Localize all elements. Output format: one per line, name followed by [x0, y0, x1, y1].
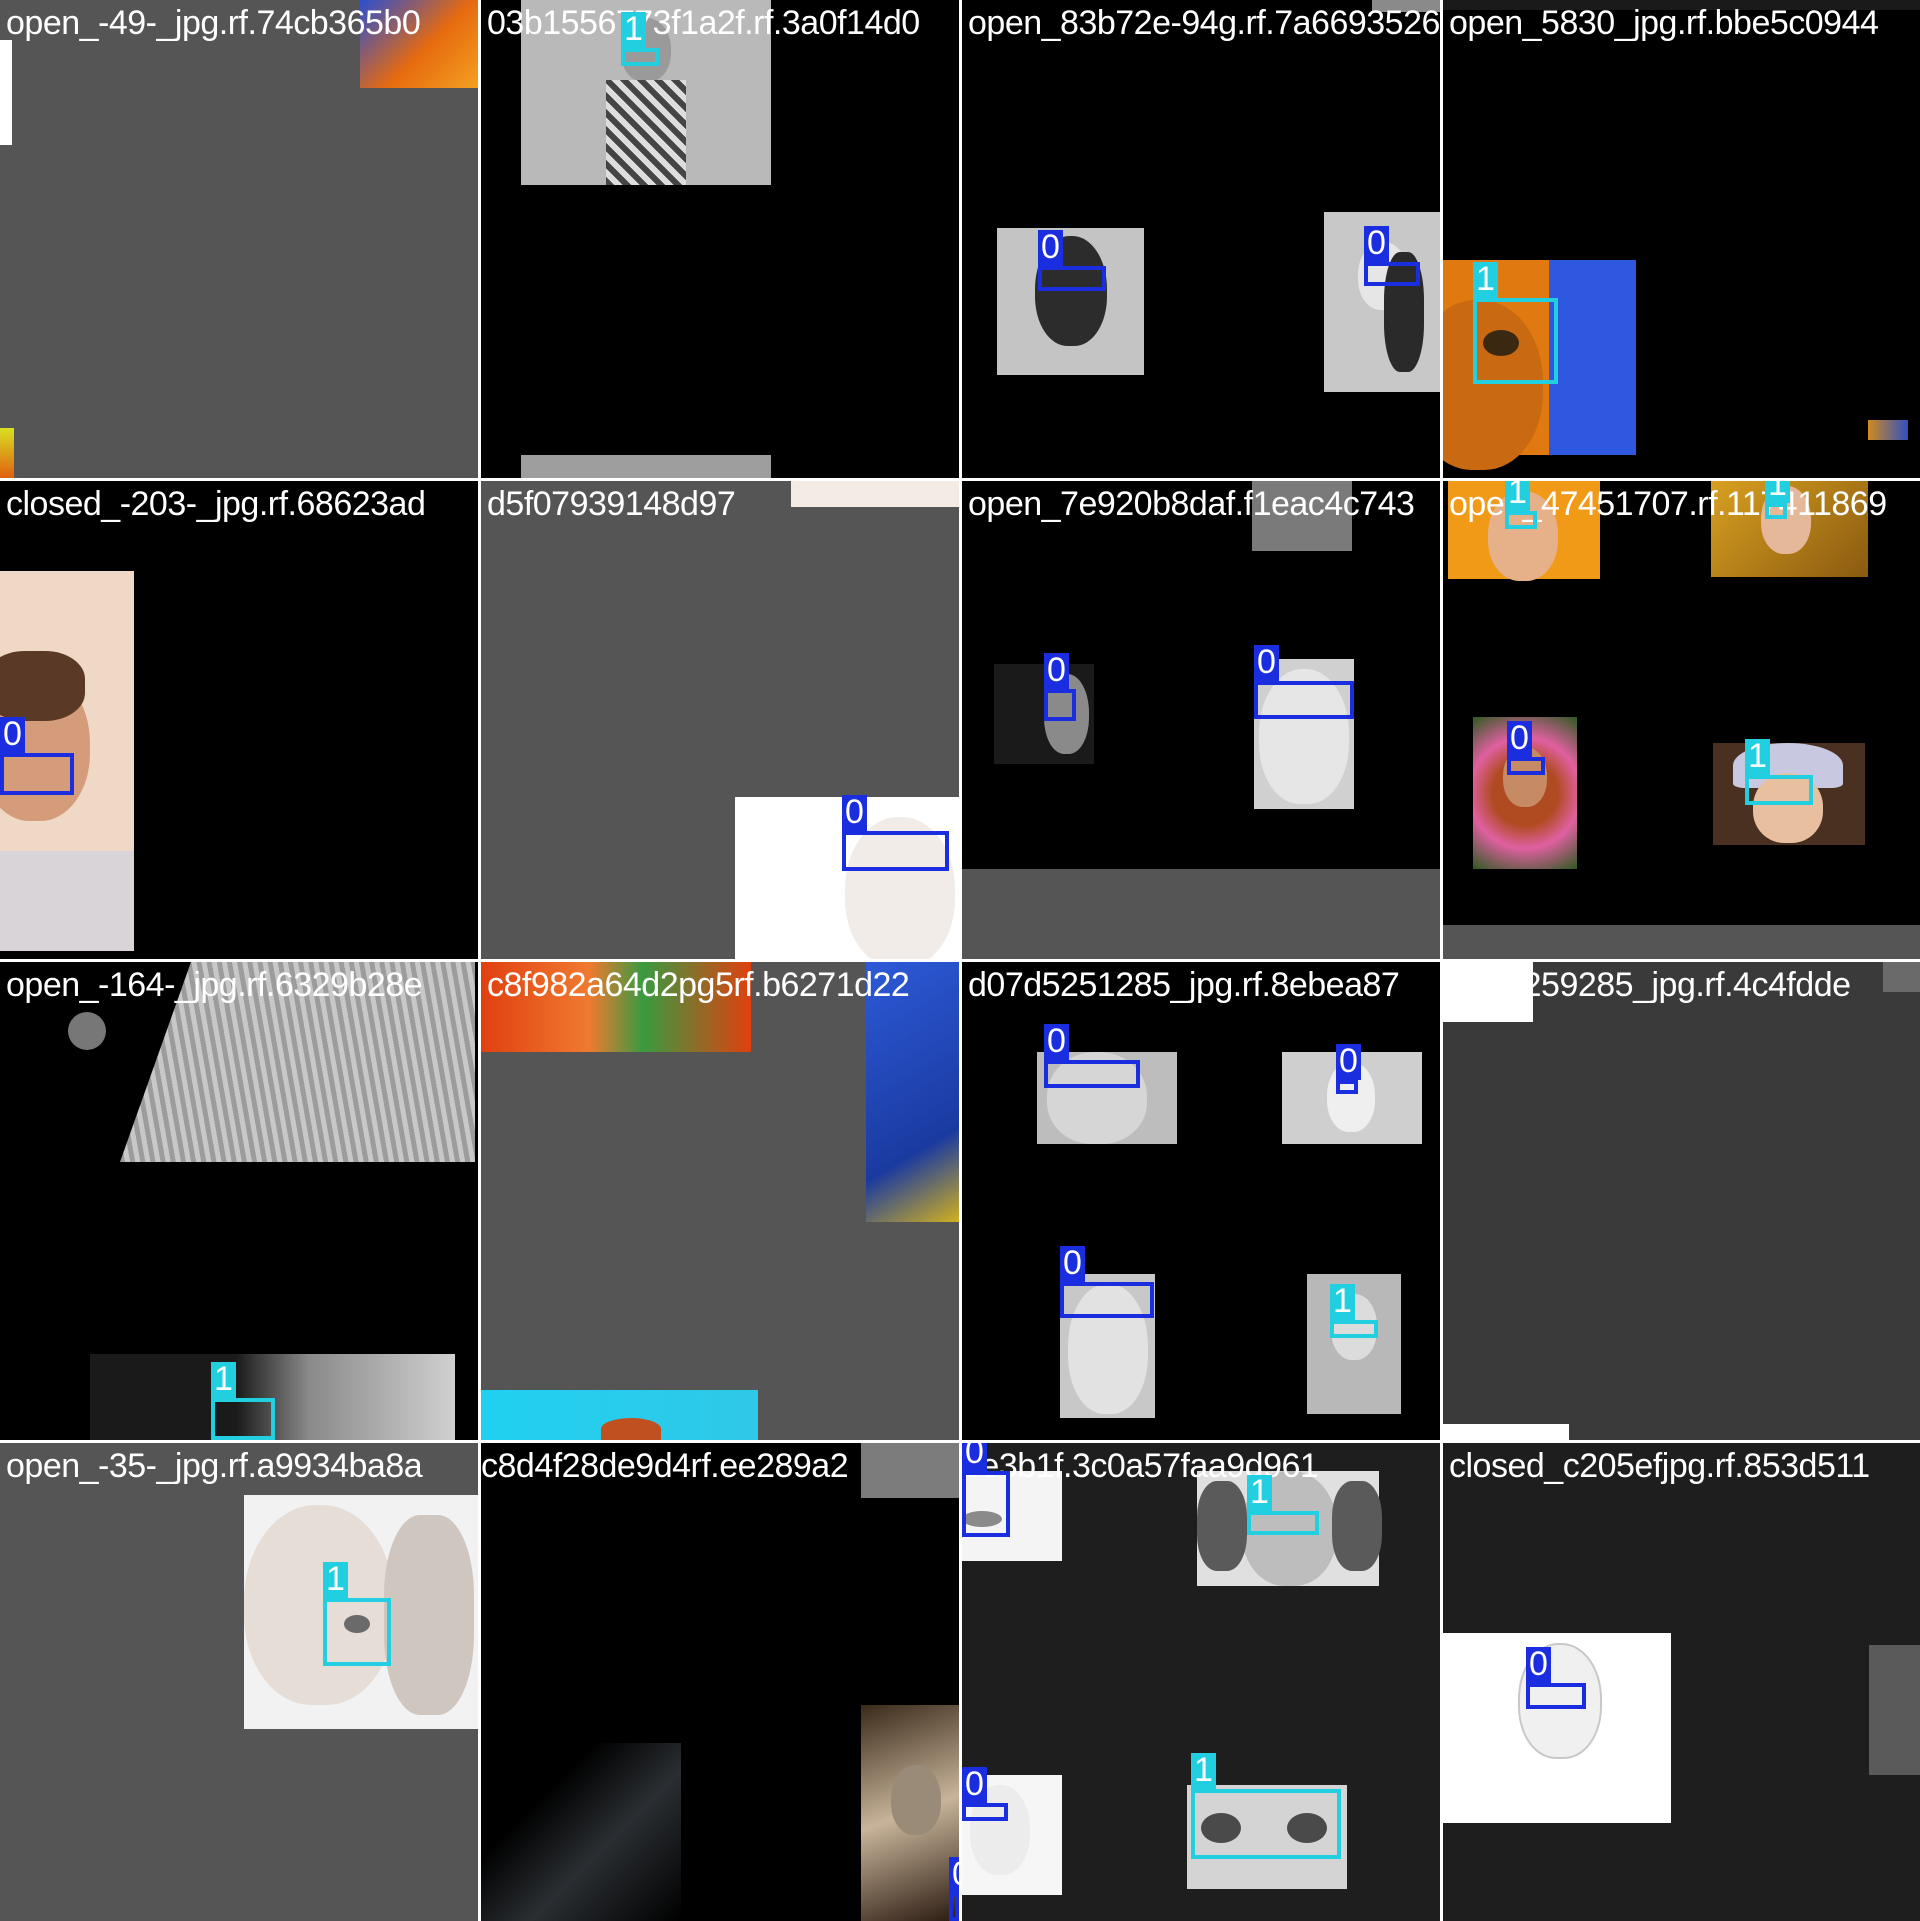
detection-box: 1	[1247, 1475, 1319, 1535]
tile-filename: closed_c205efjpg.rf.853d511	[1449, 1447, 1870, 1485]
detection-box: 1	[1765, 481, 1790, 519]
class-label: 1	[1765, 481, 1790, 503]
class-label: 0	[0, 717, 25, 753]
detection-box: 0	[1038, 230, 1106, 291]
mosaic-tile: c8d4f28de9d4rf.ee289a2 0	[481, 1443, 959, 1921]
tile-filename: open_-35-_jpg.rf.a9934ba8a	[6, 1447, 423, 1485]
tile-filename: open_-164-_jpg.rf.6329b28e	[6, 966, 423, 1004]
augmented-training-batch-mosaic: open_-49-_jpg.rf.74cb365b0 03b1556773f1a…	[0, 0, 1920, 1921]
tile-filename: d5f07939148d97	[487, 485, 736, 523]
mosaic-tile: open_7e920b8daf.f1eac4c743 0 0	[962, 481, 1440, 959]
detection-box: 1	[1745, 739, 1813, 805]
mosaic-tile: d07d5251285_jpg.rf.8ebea87 0 0 0 1	[962, 962, 1440, 1440]
detection-box: 0	[1060, 1246, 1154, 1318]
mosaic-tile: open_-49-_jpg.rf.74cb365b0	[0, 0, 478, 478]
detection-box: 0	[962, 1767, 1008, 1821]
class-label: 0	[1254, 645, 1279, 681]
mosaic-tile: c8f982a64d2pg5rf.b6271d22	[481, 962, 959, 1440]
class-label: 1	[1473, 262, 1498, 298]
class-label: 0	[949, 1857, 959, 1893]
mosaic-tile: closed_c205efjpg.rf.853d511 0	[1443, 1443, 1920, 1921]
mosaic-tile: d5f07939148d97 0	[481, 481, 959, 959]
detection-box: 1	[1473, 262, 1558, 384]
class-label: 1	[1247, 1475, 1272, 1511]
photo-patch	[1443, 1424, 1569, 1440]
photo-patch	[1883, 962, 1920, 992]
photo-patch	[521, 455, 771, 478]
class-label: 1	[1505, 481, 1530, 511]
mosaic-tile: open_83b72e-94g.rf.7a6693526 0 0	[962, 0, 1440, 478]
class-label: 0	[1507, 721, 1532, 757]
photo-patch	[861, 1443, 959, 1498]
detection-box: 0	[1507, 721, 1545, 775]
class-label: 0	[1038, 230, 1063, 266]
class-label: 0	[842, 795, 867, 831]
mosaic-tile: open_-164-_jpg.rf.6329b28e 1	[0, 962, 478, 1440]
class-label: 0	[1336, 1044, 1361, 1080]
class-label: 1	[1745, 739, 1770, 775]
photo-patch	[861, 1705, 959, 1921]
detection-box: 1	[211, 1362, 275, 1440]
detection-box: 1	[323, 1562, 391, 1666]
class-label: 1	[1191, 1753, 1216, 1789]
photo-patch	[481, 1390, 758, 1440]
class-label: 0	[1060, 1246, 1085, 1282]
mosaic-tile: open_-35-_jpg.rf.a9934ba8a 1	[0, 1443, 478, 1921]
class-label: 1	[323, 1562, 348, 1598]
class-label: 1	[621, 12, 646, 48]
mosaic-tile: closed_-203-_jpg.rf.68623ad 0	[0, 481, 478, 959]
face	[891, 1765, 941, 1835]
photo-patch	[0, 40, 12, 145]
photo-patch	[997, 228, 1144, 375]
photo-patch	[68, 1012, 106, 1050]
detection-box: 0	[0, 717, 74, 795]
detection-box: 1	[1191, 1753, 1341, 1859]
photo-patch	[791, 481, 959, 507]
class-label: 1	[1330, 1284, 1355, 1320]
detection-box: 0	[1526, 1647, 1586, 1709]
detection-box: 1	[1330, 1284, 1378, 1338]
tile-filename: open_-49-_jpg.rf.74cb365b0	[6, 4, 421, 42]
detection-box: 0	[1254, 645, 1354, 719]
class-label: 0	[1044, 1024, 1069, 1060]
class-label: 0	[1364, 226, 1389, 262]
detection-box: 0	[1044, 653, 1076, 721]
mosaic-tile: 8e3b1f.3c0a57faa9d961 0 1 0 1	[962, 1443, 1440, 1921]
tile-filename: open_5830_jpg.rf.bbe5c0944	[1449, 4, 1879, 42]
photo-patch	[1443, 925, 1920, 959]
detection-box: 0	[962, 1443, 1010, 1537]
tile-filename: open_83b72e-94g.rf.7a6693526	[968, 4, 1440, 42]
tile-filename: closed_-203-_jpg.rf.68623ad	[6, 485, 426, 523]
photo-patch	[1443, 1633, 1671, 1823]
detection-box: 0	[949, 1857, 959, 1921]
photo-patch	[1868, 420, 1908, 440]
class-label: 0	[1526, 1647, 1551, 1683]
photo-patch	[1869, 1645, 1920, 1775]
tile-filename: c8f982a64d2pg5rf.b6271d22	[487, 966, 910, 1004]
detection-box: 0	[1336, 1044, 1361, 1094]
detection-box: 1	[1505, 481, 1537, 529]
detection-box: 0	[1364, 226, 1420, 286]
tile-filename: 03b1556773f1a2f.rf.3a0f14d0	[487, 4, 920, 42]
detection-box: 1	[621, 12, 659, 66]
tile-filename: d0ab259285_jpg.rf.4c4fdde	[1449, 966, 1851, 1004]
detection-box: 0	[842, 795, 949, 871]
class-label: 0	[962, 1443, 987, 1471]
mosaic-tile: open_5830_jpg.rf.bbe5c0944 1	[1443, 0, 1920, 478]
mosaic-tile: d0ab259285_jpg.rf.4c4fdde	[1443, 962, 1920, 1440]
detection-box: 0	[1044, 1024, 1140, 1088]
photo-patch	[0, 428, 14, 478]
tile-filename: open_7e920b8daf.f1eac4c743	[968, 485, 1415, 523]
mosaic-tile: 03b1556773f1a2f.rf.3a0f14d0 1	[481, 0, 959, 478]
mosaic-tile: open_47451707.rf.117411869 1 1 0 1	[1443, 481, 1920, 959]
photo-patch	[962, 869, 1440, 959]
class-label: 0	[1044, 653, 1069, 689]
tile-filename: c8d4f28de9d4rf.ee289a2	[481, 1447, 849, 1485]
photo-patch	[481, 1743, 681, 1921]
class-label: 1	[211, 1362, 236, 1398]
tile-filename: d07d5251285_jpg.rf.8ebea87	[968, 966, 1400, 1004]
class-label: 0	[962, 1767, 987, 1803]
